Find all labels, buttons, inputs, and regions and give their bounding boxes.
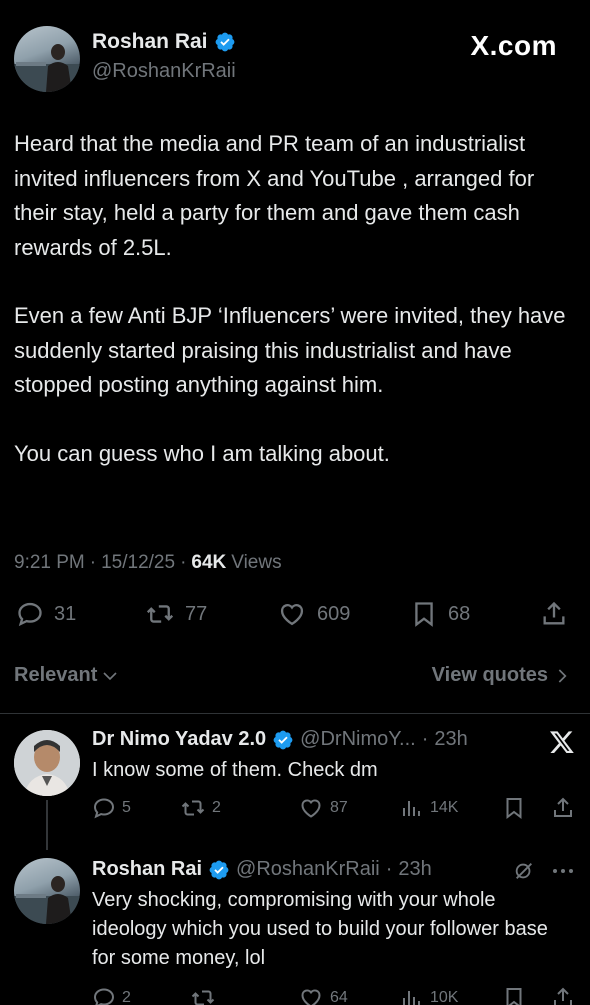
views-label: Views [231, 552, 282, 573]
reply-text: Very shocking, compromising with your wh… [92, 889, 548, 969]
like-count: 64 [330, 989, 348, 1005]
views-count: 14K [430, 799, 459, 816]
tweet-paragraph: Heard that the media and PR team of an i… [14, 131, 535, 260]
reply-author-name[interactable]: Roshan Rai [92, 858, 202, 881]
reply-button[interactable]: 31 [16, 600, 76, 628]
separator-dot: · [89, 552, 97, 573]
chevron-down-icon [103, 671, 117, 680]
like-button[interactable]: 64 [298, 986, 348, 1005]
share-icon[interactable] [551, 986, 575, 1005]
avatar-photo-icon [14, 730, 80, 796]
x-logo-icon [549, 731, 574, 754]
tweet-body: Heard that the media and PR team of an i… [14, 127, 579, 471]
reply-count: 5 [122, 799, 131, 816]
view-quotes-label: View quotes [431, 664, 548, 686]
reply-author-name[interactable]: Dr Nimo Yadav 2.0 [92, 728, 266, 751]
sort-dropdown[interactable]: Relevant [14, 664, 119, 687]
reply-icon [93, 988, 115, 1005]
like-button[interactable]: 87 [298, 796, 348, 820]
reply-button[interactable]: 2 [92, 986, 131, 1005]
analytics-icon [403, 991, 420, 1005]
like-count: 609 [317, 602, 351, 625]
site-logo: X.com [470, 30, 557, 61]
reply-author-handle[interactable]: @DrNimoY... [300, 728, 416, 751]
reply-icon [18, 602, 42, 627]
avatar-photo-icon [14, 44, 80, 92]
reply-avatar[interactable] [14, 858, 80, 924]
heart-icon [301, 989, 321, 1005]
tweet-meta: 9:21 PM · 15/12/25 · 64K Views [14, 552, 282, 574]
chevron-right-icon [558, 668, 567, 683]
separator-dot: · [180, 552, 187, 573]
views-button[interactable]: 10K [400, 986, 458, 1005]
thread-line [46, 800, 48, 850]
sort-label: Relevant [14, 664, 98, 686]
bookmark-icon[interactable] [502, 986, 526, 1005]
repost-icon [191, 990, 215, 1005]
views-count: 10K [430, 989, 459, 1005]
like-count: 87 [330, 799, 348, 816]
tweet-time[interactable]: 9:21 PM [14, 552, 85, 574]
reply-text: I know some of them. Check dm [92, 759, 378, 781]
reply-author-handle[interactable]: @RoshanKrRaii [236, 858, 380, 881]
repost-count: 77 [185, 602, 208, 625]
bookmark-button[interactable]: 68 [410, 600, 470, 628]
author-avatar[interactable] [14, 26, 80, 92]
repost-icon [146, 605, 174, 623]
verified-badge-icon [273, 730, 293, 749]
section-divider [0, 713, 590, 714]
reply-time[interactable]: 23h [398, 858, 431, 881]
verified-badge-icon [209, 860, 229, 879]
repost-count: 2 [212, 799, 221, 816]
views-button[interactable]: 14K [400, 796, 458, 820]
like-button[interactable]: 609 [277, 600, 350, 628]
repost-button[interactable]: 2 [180, 796, 221, 820]
heart-icon [280, 604, 304, 626]
share-icon [543, 601, 565, 625]
reply-icon [93, 798, 115, 819]
separator-dot: · [421, 728, 429, 750]
author-name[interactable]: Roshan Rai [92, 30, 208, 54]
bookmark-icon[interactable] [502, 796, 526, 820]
analytics-icon [403, 801, 420, 816]
tweet-paragraph: Even a few Anti BJP ‘Influencers’ were i… [14, 303, 566, 397]
heart-icon [301, 799, 321, 818]
repost-icon [181, 800, 205, 816]
views-count: 64K [191, 552, 227, 573]
view-quotes-link[interactable]: View quotes [432, 664, 570, 687]
share-icon[interactable] [551, 796, 575, 820]
separator-dot: · [385, 858, 393, 880]
bookmark-count: 68 [448, 602, 471, 625]
reply-button[interactable]: 5 [92, 796, 131, 820]
tweet-date[interactable]: 15/12/25 [101, 552, 175, 574]
reply-time[interactable]: 23h [434, 728, 467, 751]
author-handle[interactable]: @RoshanKrRaii [92, 60, 236, 83]
verified-badge-icon [215, 32, 234, 52]
repost-button[interactable] [190, 986, 222, 1005]
avatar-photo-icon [14, 876, 80, 924]
bookmark-icon [415, 602, 433, 627]
more-options-icon[interactable] [551, 862, 575, 880]
grok-icon[interactable] [513, 860, 535, 882]
reply-count: 31 [54, 602, 77, 625]
reply-avatar[interactable] [14, 730, 80, 796]
reply-count: 2 [122, 989, 131, 1005]
tweet-paragraph: You can guess who I am talking about. [14, 440, 390, 466]
repost-button[interactable]: 77 [145, 600, 207, 628]
share-button[interactable] [540, 600, 568, 628]
